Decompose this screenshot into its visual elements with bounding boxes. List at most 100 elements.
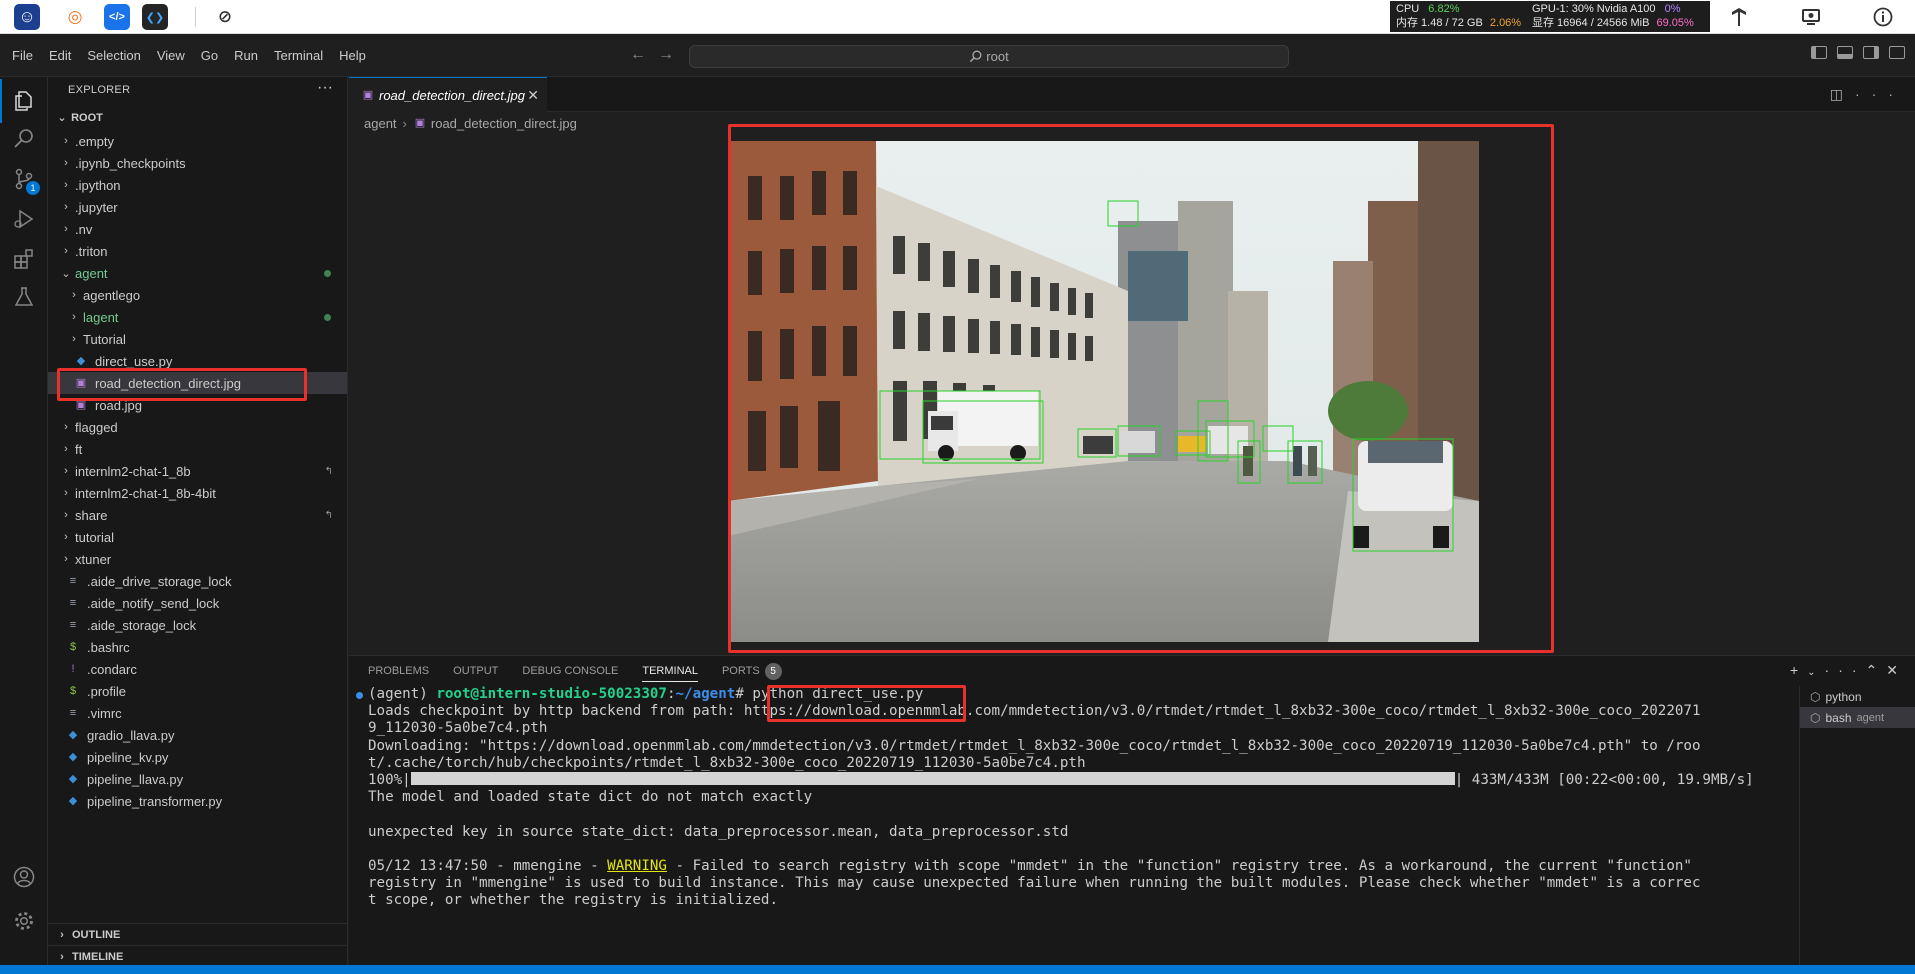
tree-item-vimrc[interactable]: ≡ .vimrc [48, 702, 347, 724]
breadcrumb-folder[interactable]: agent [364, 116, 397, 131]
warning-line: 05/12 13:47:50 - mmengine - WARNING - Fa… [368, 858, 1789, 875]
tree-item-label: .jupyter [75, 199, 118, 215]
more-actions-icon[interactable]: ··· [1825, 662, 1866, 678]
tree-item-gradio-llava-py[interactable]: ◆ gradio_llava.py [48, 724, 347, 746]
more-actions-icon[interactable]: ··· [317, 79, 333, 97]
tree-item-condarc[interactable]: ! .condarc [48, 658, 347, 680]
tree-item-empty[interactable]: › .empty [48, 130, 347, 152]
code-server-icon[interactable]: </> [104, 4, 130, 30]
timeline-section[interactable]: › TIMELINE [48, 945, 347, 967]
search-icon[interactable] [0, 117, 48, 161]
forward-arrow-icon[interactable]: → [658, 46, 686, 63]
chevron-right-icon: › [64, 245, 68, 257]
account-icon[interactable] [0, 855, 48, 899]
tree-item-aide-drive-storage-lock[interactable]: ≡ .aide_drive_storage_lock [48, 570, 347, 592]
source-control-badge: 1 [26, 181, 40, 195]
toggle-panel-icon[interactable] [1837, 46, 1853, 59]
more-actions-icon[interactable]: ··· [1855, 86, 1905, 102]
terminal-instance-python[interactable]: ⬡ python [1800, 686, 1915, 707]
chevron-down-icon[interactable]: ⌄ [1807, 667, 1824, 678]
split-editor-icon[interactable]: ◫ [1830, 86, 1855, 102]
cpu-label: CPU [1396, 3, 1420, 15]
tree-item-agent[interactable]: ⌄ agent [48, 262, 347, 284]
tab-debug-console[interactable]: DEBUG CONSOLE [522, 665, 618, 677]
toggle-primary-sidebar-icon[interactable] [1811, 46, 1827, 59]
menu-view[interactable]: View [149, 48, 193, 63]
tab-problems[interactable]: PROBLEMS [368, 665, 429, 677]
tree-item-aide-storage-lock[interactable]: ≡ .aide_storage_lock [48, 614, 347, 636]
tree-item-label: .vimrc [87, 705, 122, 721]
menu-terminal[interactable]: Terminal [266, 48, 331, 63]
tree-item-ipython[interactable]: › .ipython [48, 174, 347, 196]
terminal-instance-bash[interactable]: ⬡ bash agent [1800, 707, 1915, 728]
compass-icon[interactable]: ⊘ [212, 4, 238, 30]
tensorflow-icon[interactable] [1727, 5, 1751, 29]
root-folder-header[interactable]: ⌄ ROOT [56, 111, 102, 124]
info-icon[interactable] [1871, 5, 1895, 29]
panel-tab-label: DEBUG CONSOLE [522, 665, 619, 677]
settings-gear-icon[interactable] [0, 899, 48, 943]
tree-item-label: xtuner [75, 551, 112, 567]
warning-label: WARNING [607, 857, 667, 874]
menu-help[interactable]: Help [331, 48, 374, 63]
tree-item-profile[interactable]: $ .profile [48, 680, 347, 702]
maximize-panel-icon[interactable]: ⌃ [1866, 662, 1887, 678]
tab-terminal[interactable]: TERMINAL [642, 660, 698, 682]
tree-item-nv[interactable]: › .nv [48, 218, 347, 240]
tab-output[interactable]: OUTPUT [453, 665, 498, 677]
tree-item-jupyter[interactable]: › .jupyter [48, 196, 347, 218]
customize-layout-icon[interactable] [1889, 46, 1905, 59]
tree-item-agentlego[interactable]: › agentlego [48, 284, 347, 306]
vscode-icon[interactable]: ❮❯ [142, 4, 168, 30]
tree-item-ipynb-checkpoints[interactable]: › .ipynb_checkpoints [48, 152, 347, 174]
tree-item-flagged[interactable]: › flagged [48, 416, 347, 438]
close-icon[interactable]: ✕ [527, 87, 539, 104]
terminal-output[interactable]: (agent) root@intern-studio-50023307:~/ag… [349, 686, 1789, 966]
symlink-icon: ↰ [324, 509, 333, 521]
python-file-icon: ◆ [68, 751, 78, 763]
tree-item-ft[interactable]: › ft [48, 438, 347, 460]
source-control-icon[interactable]: 1 [0, 157, 48, 201]
outline-section[interactable]: › OUTLINE [48, 923, 347, 945]
tree-item-road-jpg[interactable]: ▣ road.jpg [48, 394, 347, 416]
tree-item-triton[interactable]: › .triton [48, 240, 347, 262]
new-terminal-icon[interactable]: + [1790, 662, 1807, 678]
intern-logo-icon[interactable]: ☺ [14, 4, 40, 30]
back-arrow-icon[interactable]: ← [630, 46, 658, 63]
tree-item-internlm2-chat-1-8b-4bit[interactable]: › internlm2-chat-1_8b-4bit [48, 482, 347, 504]
tree-item-pipeline-kv-py[interactable]: ◆ pipeline_kv.py [48, 746, 347, 768]
chevron-down-icon: ⌄ [61, 267, 71, 280]
breadcrumb-file[interactable]: road_detection_direct.jpg [431, 116, 577, 131]
image-preview-editor [349, 134, 1915, 650]
tree-item-xtuner[interactable]: › xtuner [48, 548, 347, 570]
terminal-icon: ⬡ [1810, 710, 1821, 725]
tree-item-internlm2-chat-1-8b[interactable]: › internlm2-chat-1_8b ↰ [48, 460, 347, 482]
menu-edit[interactable]: Edit [41, 48, 79, 63]
tree-item-aide-notify-send-lock[interactable]: ≡ .aide_notify_send_lock [48, 592, 347, 614]
jupyter-icon[interactable]: ◎ [62, 4, 88, 30]
menu-file[interactable]: File [4, 48, 41, 63]
tree-item-bashrc[interactable]: $ .bashrc [48, 636, 347, 658]
close-panel-icon[interactable]: ✕ [1886, 662, 1907, 678]
menu-go[interactable]: Go [193, 48, 226, 63]
toggle-secondary-sidebar-icon[interactable] [1863, 46, 1879, 59]
menu-run[interactable]: Run [226, 48, 266, 63]
tree-item-label: .triton [75, 243, 108, 259]
tree-item-direct-use-py[interactable]: ◆ direct_use.py [48, 350, 347, 372]
terminal-line: 9_112030-5a0be7c4.pth [368, 720, 548, 737]
tree-item-road-detection-direct-jpg[interactable]: ▣ road_detection_direct.jpg [48, 372, 347, 394]
run-debug-icon[interactable] [0, 197, 48, 241]
tree-item-pipeline-transformer-py[interactable]: ◆ pipeline_transformer.py [48, 790, 347, 812]
tab-road-detection-image[interactable]: ▣ road_detection_direct.jpg ✕ [349, 77, 547, 112]
command-center-search[interactable]: root [689, 45, 1289, 68]
tab-ports[interactable]: PORTS 5 [722, 662, 782, 680]
tree-item-tutorial[interactable]: › tutorial [48, 526, 347, 548]
tree-item-share[interactable]: › share ↰ [48, 504, 347, 526]
menu-selection[interactable]: Selection [79, 48, 148, 63]
testing-flask-icon[interactable] [0, 275, 48, 319]
screen-icon[interactable] [1799, 5, 1823, 29]
tree-item-lagent[interactable]: › lagent [48, 306, 347, 328]
tree-item-pipeline-llava-py[interactable]: ◆ pipeline_llava.py [48, 768, 347, 790]
navigation-arrows[interactable]: ←→ [630, 46, 686, 64]
tree-item-tutorial[interactable]: › Tutorial [48, 328, 347, 350]
